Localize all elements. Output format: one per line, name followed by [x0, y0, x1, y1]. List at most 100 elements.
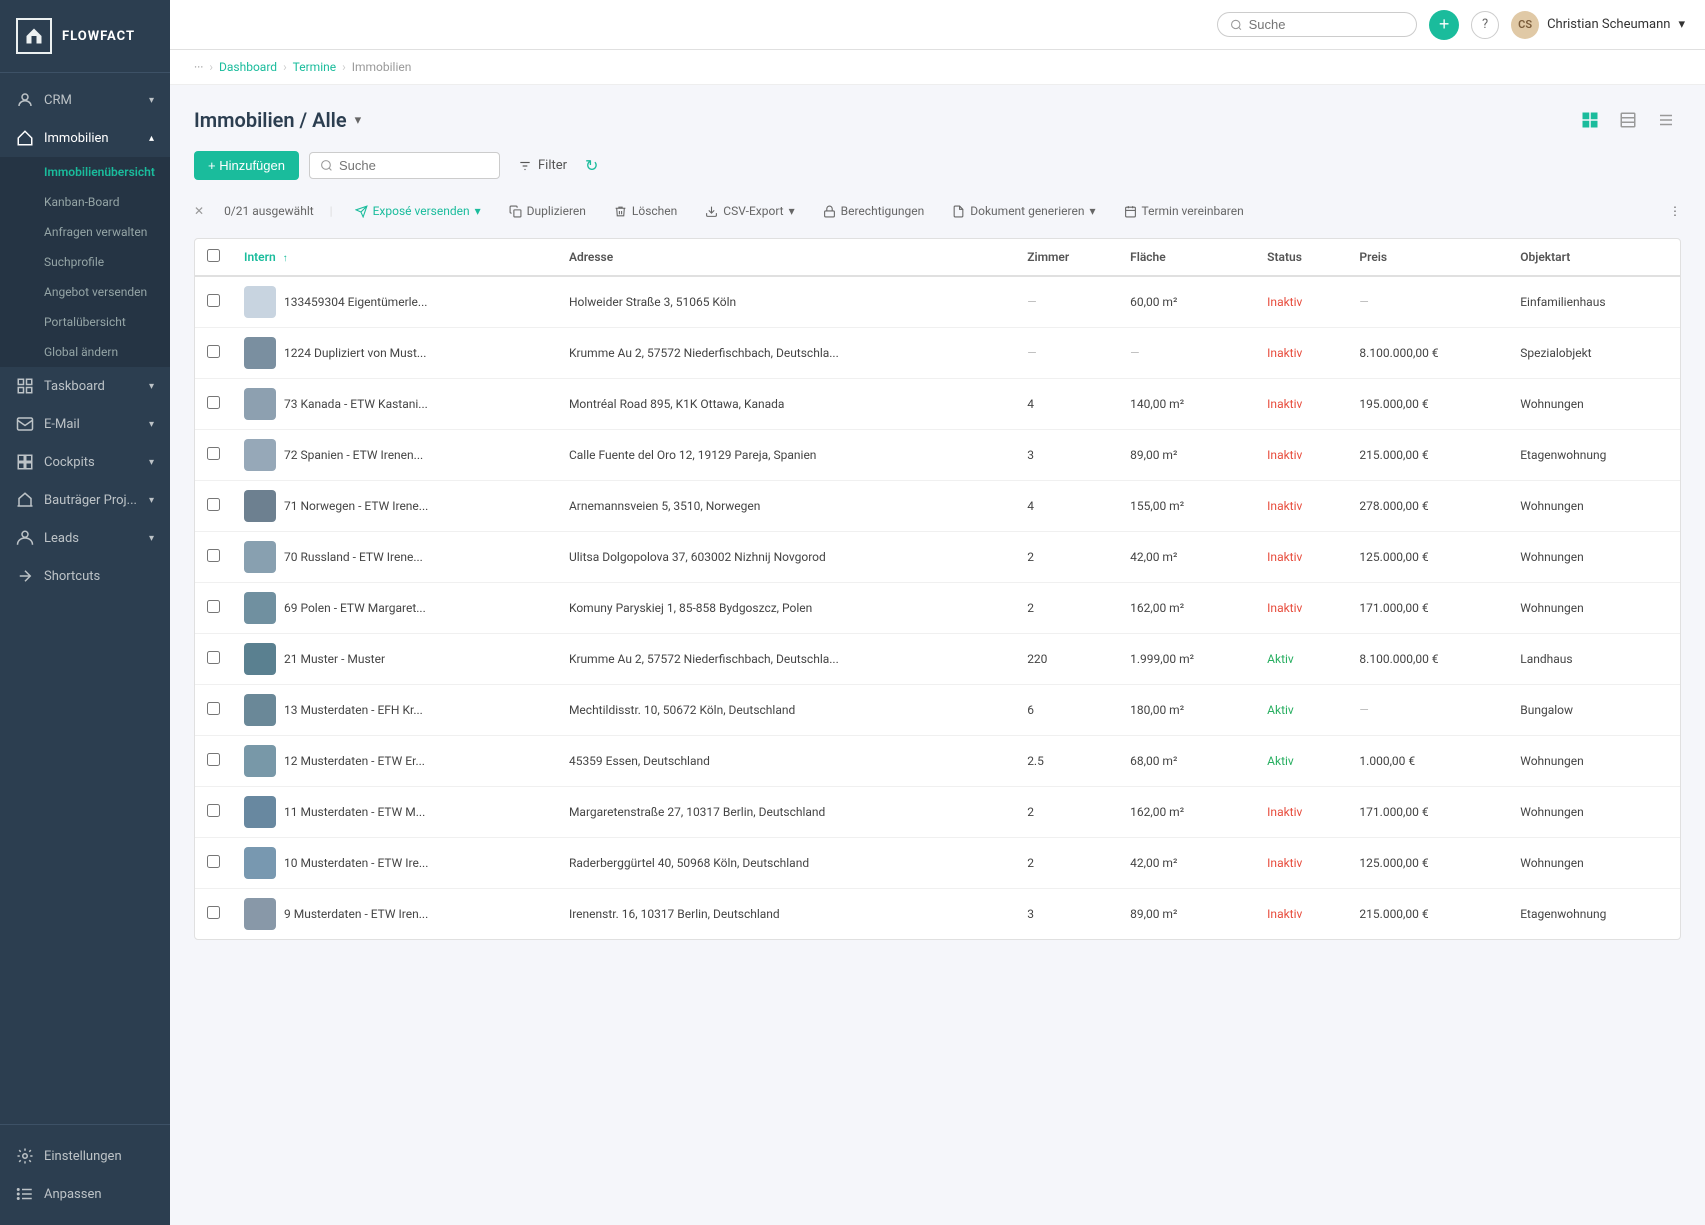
cell-status: Aktiv — [1255, 736, 1347, 787]
cell-flaeche: 42,00 m² — [1118, 838, 1255, 889]
submenu-kanban[interactable]: Kanban-Board — [0, 187, 170, 217]
duplicate-action[interactable]: Duplizieren — [503, 200, 592, 222]
select-all-checkbox[interactable] — [207, 249, 220, 262]
view-columns-button[interactable] — [1651, 105, 1681, 135]
row-checkbox[interactable] — [207, 855, 220, 868]
cell-zimmer: 2 — [1015, 583, 1118, 634]
sidebar-item-immobilien[interactable]: Immobilien ▴ — [0, 119, 170, 157]
status-badge: Inaktiv — [1267, 601, 1302, 615]
row-checkbox[interactable] — [207, 753, 220, 766]
property-thumbnail — [244, 439, 276, 471]
col-flaeche[interactable]: Fläche — [1118, 239, 1255, 276]
sidebar-item-crm[interactable]: CRM ▾ — [0, 81, 170, 119]
sidebar-item-shortcuts[interactable]: Shortcuts — [0, 557, 170, 595]
submenu-global[interactable]: Global ändern — [0, 337, 170, 367]
shortcuts-icon — [16, 567, 34, 585]
row-checkbox[interactable] — [207, 651, 220, 664]
cell-objektart: Wohnungen — [1508, 481, 1680, 532]
expose-action[interactable]: Exposé versenden ▾ — [349, 200, 487, 222]
row-checkbox[interactable] — [207, 804, 220, 817]
cell-flaeche: 89,00 m² — [1118, 430, 1255, 481]
delete-action[interactable]: Löschen — [608, 200, 683, 222]
row-checkbox[interactable] — [207, 600, 220, 613]
row-checkbox[interactable] — [207, 396, 220, 409]
sidebar-item-cockpits[interactable]: Cockpits ▾ — [0, 443, 170, 481]
refresh-button[interactable]: ↻ — [585, 156, 598, 175]
permissions-action[interactable]: Berechtigungen — [817, 200, 931, 222]
sidebar-item-shortcuts-label: Shortcuts — [44, 569, 100, 584]
cell-flaeche: 68,00 m² — [1118, 736, 1255, 787]
table-row: 12 Musterdaten - ETW Er... 45359 Essen, … — [195, 736, 1680, 787]
search-bar[interactable] — [1217, 12, 1417, 37]
add-button[interactable]: + — [1429, 10, 1459, 40]
property-search-input[interactable] — [339, 158, 489, 173]
submenu-portal[interactable]: Portalübersicht — [0, 307, 170, 337]
main-content: + ? CS Christian Scheumann ▾ ··· › Dashb… — [170, 0, 1705, 1225]
filter-button[interactable]: Filter — [510, 153, 575, 178]
add-property-button[interactable]: + Hinzufügen — [194, 151, 299, 180]
sidebar-item-einstellungen[interactable]: Einstellungen — [0, 1137, 170, 1175]
col-objektart[interactable]: Objektart — [1508, 239, 1680, 276]
select-all-header[interactable] — [195, 239, 232, 276]
row-checkbox[interactable] — [207, 498, 220, 511]
cell-adresse: Arnemannsveien 5, 3510, Norwegen — [557, 481, 1015, 532]
more-actions[interactable]: ⋮ — [1669, 204, 1681, 218]
submenu-anfragen[interactable]: Anfragen verwalten — [0, 217, 170, 247]
document-arrow: ▾ — [1089, 204, 1095, 218]
view-list-button[interactable] — [1575, 105, 1605, 135]
property-table: Intern ↑ Adresse Zimmer Fläche Status Pr… — [194, 238, 1681, 940]
search-input[interactable] — [1249, 17, 1404, 32]
email-arrow-icon: ▾ — [149, 419, 154, 430]
permissions-label: Berechtigungen — [841, 204, 925, 218]
col-zimmer[interactable]: Zimmer — [1015, 239, 1118, 276]
csv-action[interactable]: CSV-Export ▾ — [699, 200, 800, 222]
col-adresse[interactable]: Adresse — [557, 239, 1015, 276]
property-thumbnail — [244, 490, 276, 522]
title-dropdown-icon[interactable]: ▾ — [355, 113, 362, 128]
appointment-action[interactable]: Termin vereinbaren — [1118, 200, 1250, 222]
cell-adresse: Ulitsa Dolgopolova 37, 603002 Nizhnij No… — [557, 532, 1015, 583]
submenu-immobilienuebersicht[interactable]: Immobilienübersicht — [0, 157, 170, 187]
csv-icon — [705, 205, 718, 218]
row-checkbox[interactable] — [207, 447, 220, 460]
sidebar-item-crm-label: CRM — [44, 93, 72, 108]
cell-objektart: Wohnungen — [1508, 379, 1680, 430]
submenu-angebot[interactable]: Angebot versenden — [0, 277, 170, 307]
cell-adresse: Krumme Au 2, 57572 Niederfischbach, Deut… — [557, 328, 1015, 379]
deselect-button[interactable]: ✕ — [194, 204, 204, 218]
col-preis[interactable]: Preis — [1347, 239, 1508, 276]
sidebar-item-taskboard[interactable]: Taskboard ▾ — [0, 367, 170, 405]
col-intern[interactable]: Intern ↑ — [232, 239, 557, 276]
sidebar-item-anpassen[interactable]: Anpassen — [0, 1175, 170, 1213]
property-search-box[interactable] — [309, 152, 500, 179]
submenu-suchprofile[interactable]: Suchprofile — [0, 247, 170, 277]
sidebar-item-email[interactable]: E-Mail ▾ — [0, 405, 170, 443]
breadcrumb-more[interactable]: ··· — [194, 60, 203, 74]
row-checkbox[interactable] — [207, 702, 220, 715]
intern-value: 71 Norwegen - ETW Irene... — [284, 499, 428, 513]
cell-status: Aktiv — [1255, 634, 1347, 685]
cell-zimmer: — — [1015, 276, 1118, 328]
user-menu[interactable]: CS Christian Scheumann ▾ — [1511, 11, 1685, 39]
row-checkbox[interactable] — [207, 345, 220, 358]
cell-objektart: Einfamilienhaus — [1508, 276, 1680, 328]
row-checkbox[interactable] — [207, 906, 220, 919]
sidebar-item-bautraeger[interactable]: Bauträger Proj... ▾ — [0, 481, 170, 519]
sidebar-item-leads[interactable]: Leads ▾ — [0, 519, 170, 557]
page-header: Immobilien / Alle ▾ — [194, 105, 1681, 135]
cell-intern: 10 Musterdaten - ETW Ire... — [232, 838, 557, 889]
row-checkbox[interactable] — [207, 294, 220, 307]
cell-adresse: Calle Fuente del Oro 12, 19129 Pareja, S… — [557, 430, 1015, 481]
taskboard-arrow-icon: ▾ — [149, 381, 154, 392]
breadcrumb-termine[interactable]: Termine — [293, 60, 336, 74]
table-row: 70 Russland - ETW Irene... Ulitsa Dolgop… — [195, 532, 1680, 583]
status-badge: Inaktiv — [1267, 499, 1302, 513]
document-action[interactable]: Dokument generieren ▾ — [946, 200, 1101, 222]
breadcrumb-dashboard[interactable]: Dashboard — [219, 60, 277, 74]
status-badge: Inaktiv — [1267, 346, 1302, 360]
col-status[interactable]: Status — [1255, 239, 1347, 276]
view-grid-button[interactable] — [1613, 105, 1643, 135]
intern-value: 21 Muster - Muster — [284, 652, 385, 666]
row-checkbox[interactable] — [207, 549, 220, 562]
help-button[interactable]: ? — [1471, 11, 1499, 39]
